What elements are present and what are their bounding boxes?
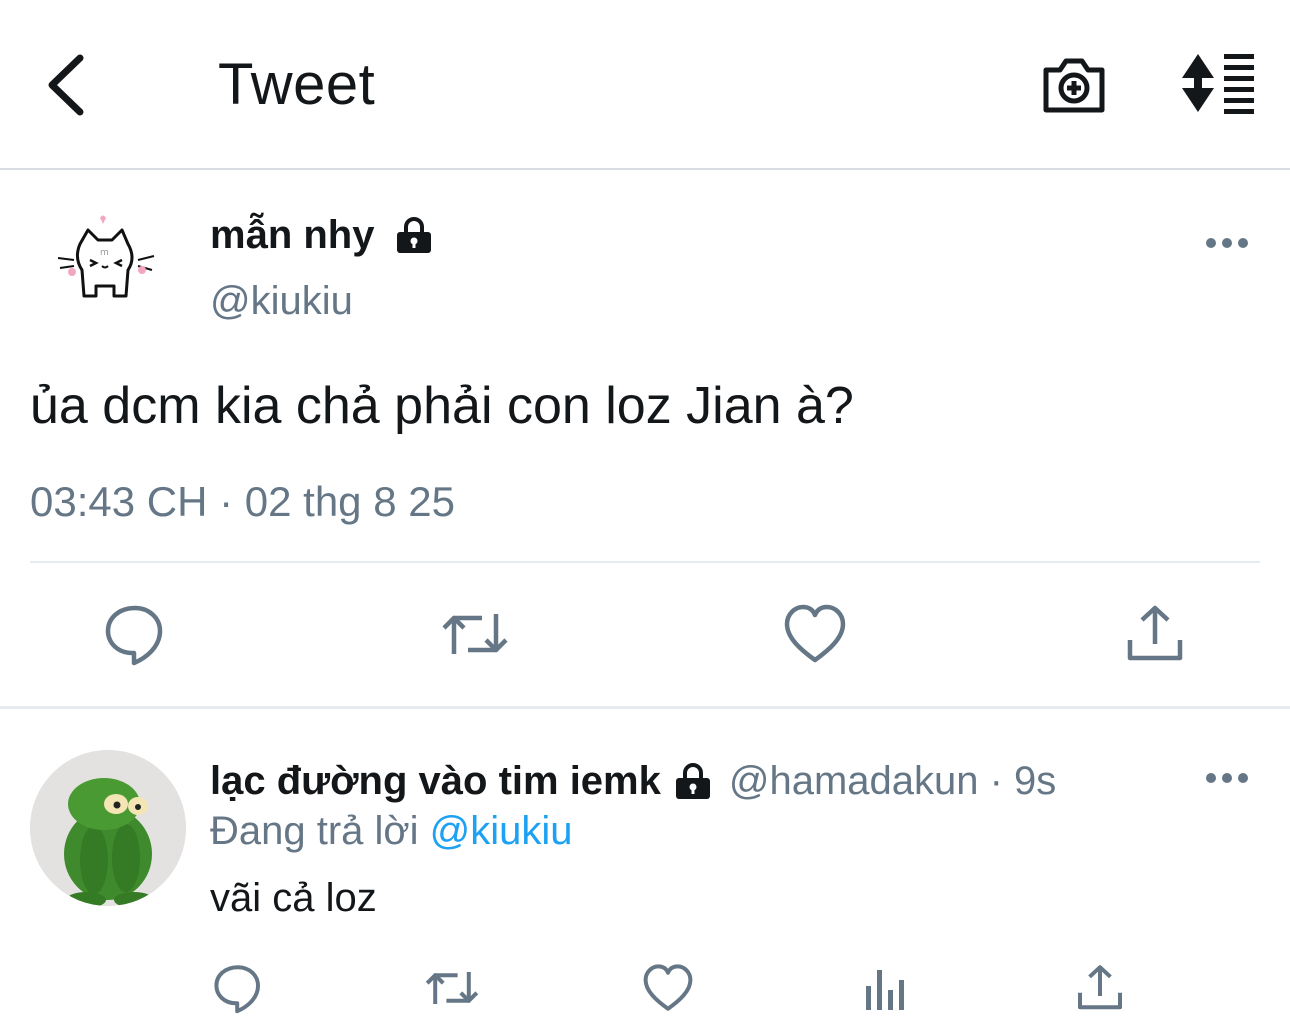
tweet-text: ủa dcm kia chả phải con loz Jian à? (30, 377, 854, 435)
reply-icon (214, 965, 260, 1014)
like-icon (643, 964, 693, 1011)
more-horizontal-icon (1206, 773, 1248, 783)
chevron-left-icon (48, 54, 84, 116)
reply-avatar[interactable] (30, 750, 186, 906)
svg-text:m: m (100, 248, 109, 258)
avatar[interactable]: m (50, 210, 162, 322)
more-horizontal-icon (1206, 238, 1248, 248)
replying-to-handle-link[interactable]: @kiukiu (430, 809, 573, 853)
reply-button[interactable] (100, 600, 170, 668)
section-divider (0, 706, 1290, 709)
share-icon (1127, 605, 1183, 661)
share-icon (1078, 965, 1122, 1010)
camera-plus-icon (1043, 58, 1105, 113)
retweet-icon (425, 972, 479, 1004)
reply-analytics-button[interactable] (858, 960, 914, 1016)
reply-like-button[interactable] (640, 960, 696, 1016)
retweet-button[interactable] (440, 600, 510, 668)
reply-handle-time: @hamadakun · 9s (728, 759, 1057, 803)
lock-icon (397, 217, 432, 253)
author-name-row[interactable]: mẫn nhy (210, 208, 434, 262)
replying-to-line: Đang trả lời @kiukiu (210, 806, 573, 856)
back-button[interactable] (40, 50, 96, 120)
like-button[interactable] (780, 600, 850, 668)
reply-more-options-button[interactable] (1204, 760, 1250, 796)
reply-author-row[interactable]: lạc đường vào tim iemk @hamadakun · 9s (210, 752, 1056, 810)
more-options-button[interactable] (1204, 225, 1250, 261)
divider (30, 561, 1260, 563)
cat-avatar-image: m (57, 215, 155, 298)
lock-icon (675, 763, 710, 799)
author-display-name[interactable]: mẫn nhy (210, 208, 374, 262)
sort-button[interactable] (1178, 50, 1258, 116)
kermit-avatar-image (30, 750, 186, 906)
reply-retweet-button[interactable] (424, 960, 480, 1016)
tweet-timestamp: 03:43 CH · 02 thg 8 25 (30, 478, 455, 525)
page-title: Tweet (218, 52, 376, 117)
share-button[interactable] (1120, 600, 1190, 668)
sort-list-icon (1182, 54, 1254, 114)
reply-icon (105, 605, 163, 666)
reply-share-button[interactable] (1072, 960, 1128, 1016)
analytics-icon (866, 970, 904, 1010)
like-icon (784, 604, 846, 663)
author-handle[interactable]: @kiukiu (210, 276, 353, 326)
reply-reply-button[interactable] (210, 960, 266, 1016)
replying-to-label: Đang trả lời (210, 809, 419, 853)
reply-text: vãi cả loz (210, 876, 377, 920)
retweet-icon (442, 614, 508, 654)
camera-button[interactable] (1040, 52, 1108, 116)
reply-author-name[interactable]: lạc đường vào tim iemk (210, 752, 661, 810)
